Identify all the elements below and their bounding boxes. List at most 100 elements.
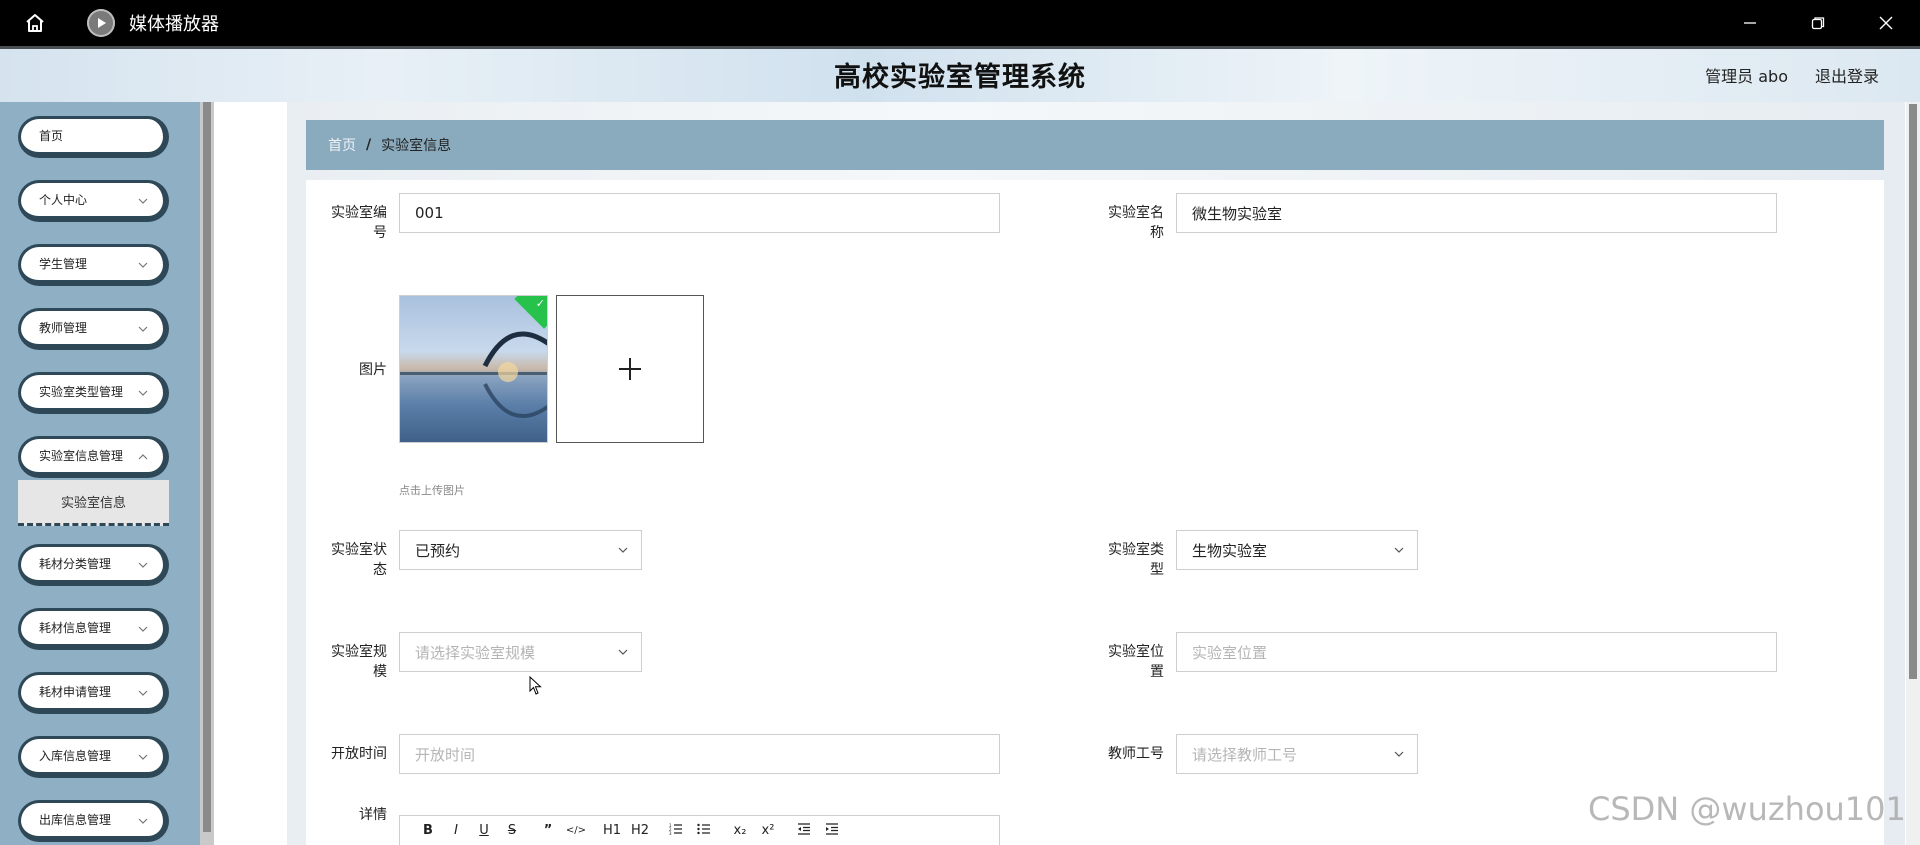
- rich-text-toolbar: B I U S ” </> H1 H2 123 x₂ x²: [399, 815, 1000, 845]
- chevron-down-icon: [138, 690, 148, 696]
- sidebar-item-label: 教师管理: [39, 321, 88, 335]
- type-select[interactable]: 生物实验室: [1176, 530, 1418, 570]
- sidebar: 首页 个人中心 学生管理 教师管理 实验室类型管理 实验室信息管理 实验室信息 …: [0, 102, 214, 845]
- scale-label: 实验室规模: [331, 644, 387, 680]
- underline-button[interactable]: U: [470, 823, 498, 838]
- ordered-list-icon[interactable]: 123: [662, 823, 690, 839]
- chevron-down-icon: [1394, 751, 1404, 757]
- sidebar-item-consumable-info[interactable]: 耗材信息管理: [18, 608, 169, 650]
- teacher-no-select[interactable]: 请选择教师工号: [1176, 734, 1418, 774]
- sidebar-item-label: 耗材信息管理: [39, 621, 112, 635]
- home-icon[interactable]: [17, 5, 53, 41]
- minimize-button[interactable]: [1716, 0, 1784, 46]
- sidebar-scroll-thumb[interactable]: [203, 102, 211, 832]
- teacher-no-placeholder: 请选择教师工号: [1192, 745, 1298, 764]
- heading1-button[interactable]: H1: [598, 823, 626, 838]
- detail-label: 详情: [359, 807, 387, 823]
- open-time-label: 开放时间: [331, 746, 387, 762]
- sidebar-item-lab-types[interactable]: 实验室类型管理: [18, 372, 169, 414]
- media-player-icon: [87, 9, 115, 37]
- sidebar-item-label: 耗材申请管理: [39, 685, 112, 699]
- sidebar-item-stock-out[interactable]: 出库信息管理: [18, 800, 169, 842]
- chevron-down-icon: [138, 262, 148, 268]
- upload-hint: 点击上传图片: [399, 484, 465, 497]
- sidebar-item-consumable-requests[interactable]: 耗材申请管理: [18, 672, 169, 714]
- chevron-down-icon: [618, 547, 628, 553]
- status-label: 实验室状态: [331, 542, 387, 578]
- status-select[interactable]: 已预约: [399, 530, 642, 570]
- check-icon: ✓: [535, 297, 545, 310]
- lab-name-label: 实验室名称: [1108, 205, 1164, 241]
- scale-placeholder: 请选择实验室规模: [415, 643, 536, 662]
- location-input[interactable]: 实验室位置: [1176, 632, 1777, 672]
- sidebar-item-label: 个人中心: [39, 193, 88, 207]
- bullet-list-icon[interactable]: [690, 823, 718, 839]
- sidebar-item-label: 出库信息管理: [39, 813, 112, 827]
- strike-button[interactable]: S: [498, 823, 526, 838]
- type-value: 生物实验室: [1192, 541, 1268, 560]
- open-time-input[interactable]: 开放时间: [399, 734, 1000, 774]
- sidebar-item-label: 首页: [39, 129, 64, 143]
- svg-text:3: 3: [669, 831, 672, 835]
- open-time-placeholder: 开放时间: [415, 745, 476, 764]
- type-label: 实验室类型: [1108, 542, 1164, 578]
- heading2-button[interactable]: H2: [626, 823, 654, 838]
- sidebar-item-label: 实验室信息管理: [39, 449, 124, 463]
- close-button[interactable]: [1852, 0, 1920, 46]
- chevron-down-icon: [138, 562, 148, 568]
- sidebar-subitem-lab-info[interactable]: 实验室信息: [18, 480, 169, 526]
- bold-button[interactable]: B: [414, 823, 442, 838]
- content-scroll-thumb[interactable]: [1909, 104, 1917, 679]
- restore-button[interactable]: [1784, 0, 1852, 46]
- location-placeholder: 实验室位置: [1192, 643, 1268, 662]
- chevron-down-icon: [138, 818, 148, 824]
- sidebar-item-label: 耗材分类管理: [39, 557, 112, 571]
- sidebar-item-lab-info[interactable]: 实验室信息管理: [18, 436, 169, 478]
- sidebar-item-label: 学生管理: [39, 257, 88, 271]
- sidebar-item-home[interactable]: 首页: [18, 116, 169, 158]
- sidebar-item-stock-in[interactable]: 入库信息管理: [18, 736, 169, 778]
- breadcrumb-separator: /: [366, 137, 372, 153]
- window-titlebar: 媒体播放器: [0, 0, 1920, 46]
- system-title: 高校实验室管理系统: [834, 62, 1086, 93]
- add-image-button[interactable]: [556, 295, 704, 443]
- lab-no-input[interactable]: 001: [399, 193, 1000, 233]
- outdent-icon[interactable]: [790, 822, 818, 839]
- lab-name-input[interactable]: 微生物实验室: [1176, 193, 1777, 233]
- chevron-down-icon: [1394, 547, 1404, 553]
- sidebar-item-consumable-categories[interactable]: 耗材分类管理: [18, 544, 169, 586]
- logout-link[interactable]: 退出登录: [1815, 63, 1879, 87]
- mouse-cursor-icon: [529, 675, 543, 700]
- chevron-down-icon: [138, 626, 148, 632]
- breadcrumb-current: 实验室信息: [381, 138, 452, 154]
- subscript-button[interactable]: x₂: [726, 823, 754, 838]
- chevron-down-icon: [618, 649, 628, 655]
- superscript-button[interactable]: x²: [754, 823, 782, 838]
- indent-icon[interactable]: [818, 822, 846, 839]
- lab-name-value: 微生物实验室: [1192, 204, 1283, 223]
- teacher-no-label: 教师工号: [1108, 746, 1164, 762]
- italic-button[interactable]: I: [442, 823, 470, 838]
- chevron-down-icon: [138, 198, 148, 204]
- sidebar-item-students[interactable]: 学生管理: [18, 244, 169, 286]
- chevron-down-icon: [138, 390, 148, 396]
- content-scrollbar[interactable]: [1906, 102, 1920, 845]
- system-header: 高校实验室管理系统 管理员 abo 退出登录: [0, 46, 1920, 102]
- bridge-photo: [400, 296, 547, 442]
- scale-select[interactable]: 请选择实验室规模: [399, 632, 642, 672]
- breadcrumb: 首页 / 实验室信息: [306, 120, 1884, 170]
- chevron-down-icon: [138, 326, 148, 332]
- sidebar-item-personal-center[interactable]: 个人中心: [18, 180, 169, 222]
- code-block-button[interactable]: </>: [562, 825, 590, 836]
- sidebar-scrollbar[interactable]: [200, 102, 214, 845]
- location-label: 实验室位置: [1108, 644, 1164, 680]
- status-value: 已预约: [415, 541, 461, 560]
- lab-no-value: 001: [415, 204, 444, 222]
- lab-no-label: 实验室编号: [331, 205, 387, 241]
- plus-icon: [619, 358, 641, 380]
- sidebar-item-teachers[interactable]: 教师管理: [18, 308, 169, 350]
- breadcrumb-home[interactable]: 首页: [328, 135, 356, 155]
- uploaded-image-thumbnail[interactable]: ✓: [399, 295, 548, 443]
- blockquote-button[interactable]: ”: [534, 823, 562, 838]
- app-title: 媒体播放器: [129, 14, 219, 35]
